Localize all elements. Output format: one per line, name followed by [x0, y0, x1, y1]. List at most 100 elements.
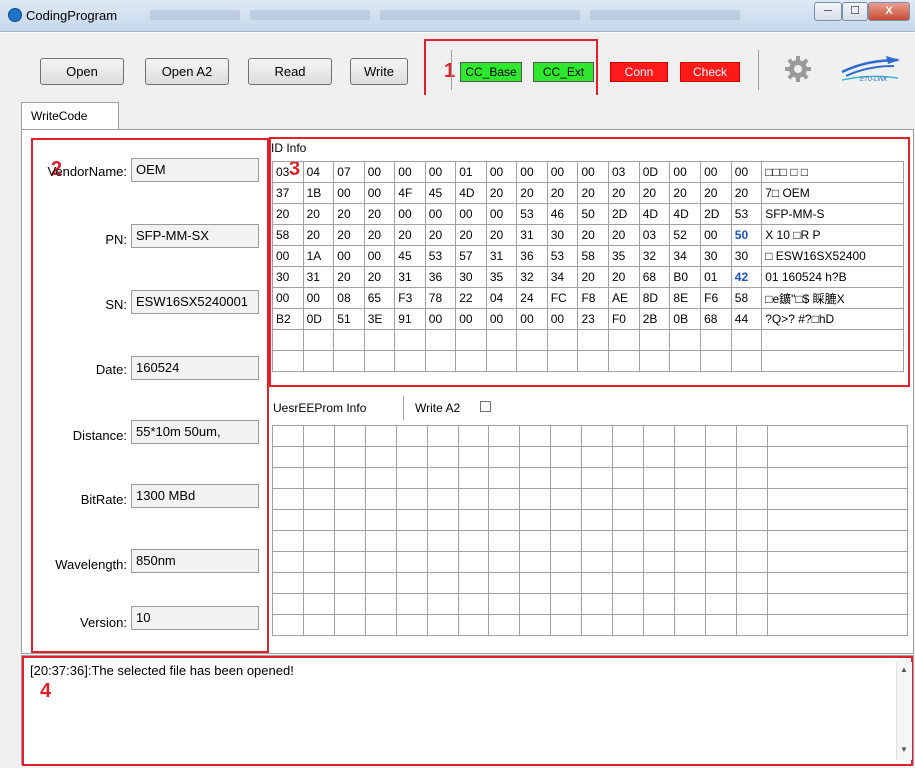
- eeprom-cell[interactable]: [364, 425, 397, 447]
- hex-cell[interactable]: 30: [730, 245, 763, 267]
- eeprom-cell[interactable]: [519, 614, 552, 636]
- hex-cell[interactable]: 57: [455, 245, 487, 267]
- eeprom-cell[interactable]: [426, 467, 459, 489]
- eeprom-cell[interactable]: [302, 488, 335, 510]
- hex-cell[interactable]: 2B: [638, 308, 671, 330]
- eeprom-cell[interactable]: [735, 614, 768, 636]
- hex-cell[interactable]: 00: [455, 308, 487, 330]
- hex-cell[interactable]: 00: [516, 161, 548, 183]
- eeprom-cell[interactable]: [550, 551, 583, 573]
- hex-cell[interactable]: B0: [669, 266, 702, 288]
- eeprom-cell[interactable]: [302, 572, 335, 594]
- hex-cell[interactable]: 00: [424, 203, 457, 225]
- hex-cell[interactable]: 20: [485, 182, 518, 204]
- wavelength-field[interactable]: 850nm: [131, 549, 259, 573]
- hex-cell[interactable]: 00: [516, 308, 548, 330]
- hex-cell[interactable]: FC: [546, 287, 579, 309]
- hex-cell[interactable]: 00: [669, 161, 702, 183]
- hex-cell[interactable]: 53: [546, 245, 579, 267]
- eeprom-cell[interactable]: [302, 593, 335, 615]
- hex-cell[interactable]: 20: [363, 203, 396, 225]
- eeprom-cell[interactable]: [395, 593, 428, 615]
- eeprom-cell[interactable]: [766, 467, 909, 489]
- eeprom-cell[interactable]: [426, 614, 459, 636]
- close-button[interactable]: X: [868, 2, 910, 21]
- hex-cell[interactable]: 0B: [669, 308, 702, 330]
- eeprom-cell[interactable]: [519, 425, 552, 447]
- eeprom-cell[interactable]: [704, 488, 737, 510]
- eeprom-cell[interactable]: [766, 488, 909, 510]
- hex-cell[interactable]: 68: [700, 308, 732, 330]
- eeprom-cell[interactable]: [581, 425, 614, 447]
- eeprom-cell[interactable]: [364, 614, 397, 636]
- hex-cell[interactable]: 30: [546, 224, 579, 246]
- eeprom-cell[interactable]: [457, 572, 490, 594]
- hex-cell[interactable]: 36: [424, 266, 457, 288]
- eeprom-cell[interactable]: [272, 614, 304, 636]
- hex-cell[interactable]: 31: [302, 266, 335, 288]
- eeprom-cell[interactable]: [612, 551, 645, 573]
- hex-cell[interactable]: 00: [546, 308, 579, 330]
- scroll-down-icon[interactable]: ▼: [900, 745, 908, 754]
- hex-cell[interactable]: 20: [577, 224, 609, 246]
- eeprom-cell[interactable]: [673, 425, 706, 447]
- eeprom-cell[interactable]: [457, 425, 490, 447]
- eeprom-cell[interactable]: [612, 509, 645, 531]
- vendor-name-field[interactable]: OEM: [131, 158, 259, 182]
- hex-cell[interactable]: 00: [363, 161, 396, 183]
- version-field[interactable]: 10: [131, 606, 259, 630]
- eeprom-cell[interactable]: [673, 467, 706, 489]
- eeprom-cell[interactable]: [519, 572, 552, 594]
- eeprom-cell[interactable]: [333, 572, 366, 594]
- eeprom-cell[interactable]: [272, 572, 304, 594]
- eeprom-cell[interactable]: [766, 551, 909, 573]
- eeprom-cell[interactable]: [302, 614, 335, 636]
- eeprom-cell[interactable]: [519, 530, 552, 552]
- hex-cell[interactable]: F8: [577, 287, 609, 309]
- eeprom-cell[interactable]: [488, 446, 521, 468]
- hex-cell[interactable]: AE: [607, 287, 640, 309]
- eeprom-cell[interactable]: [550, 467, 583, 489]
- hex-cell[interactable]: 20: [669, 182, 702, 204]
- eeprom-cell[interactable]: [457, 530, 490, 552]
- eeprom-cell[interactable]: [643, 551, 675, 573]
- hex-cell[interactable]: 51: [333, 308, 365, 330]
- eeprom-cell[interactable]: [766, 509, 909, 531]
- hex-cell[interactable]: 2D: [700, 203, 732, 225]
- eeprom-cell[interactable]: [766, 446, 909, 468]
- eeprom-cell[interactable]: [581, 530, 614, 552]
- hex-cell[interactable]: 00: [333, 182, 365, 204]
- eeprom-cell[interactable]: [612, 593, 645, 615]
- eeprom-cell[interactable]: [395, 425, 428, 447]
- hex-cell[interactable]: 00: [700, 224, 732, 246]
- hex-cell[interactable]: 04: [302, 161, 335, 183]
- eeprom-cell[interactable]: [272, 551, 304, 573]
- eeprom-cell[interactable]: [302, 551, 335, 573]
- hex-cell[interactable]: 07: [333, 161, 365, 183]
- eeprom-cell[interactable]: [457, 446, 490, 468]
- eeprom-cell[interactable]: [581, 488, 614, 510]
- eeprom-cell[interactable]: [581, 509, 614, 531]
- eeprom-cell[interactable]: [488, 572, 521, 594]
- eeprom-cell[interactable]: [364, 593, 397, 615]
- hex-cell[interactable]: 0D: [302, 308, 335, 330]
- eeprom-cell[interactable]: [488, 509, 521, 531]
- hex-cell[interactable]: 03: [638, 224, 671, 246]
- eeprom-cell[interactable]: [735, 530, 768, 552]
- hex-cell[interactable]: 04: [485, 287, 518, 309]
- hex-cell[interactable]: 52: [669, 224, 702, 246]
- hex-cell[interactable]: 24: [516, 287, 548, 309]
- hex-cell[interactable]: 00: [424, 161, 457, 183]
- eeprom-cell[interactable]: [643, 425, 675, 447]
- hex-cell[interactable]: 45: [394, 245, 426, 267]
- hex-cell[interactable]: F6: [700, 287, 732, 309]
- eeprom-cell[interactable]: [550, 488, 583, 510]
- hex-cell[interactable]: 20: [577, 182, 609, 204]
- eeprom-cell[interactable]: [457, 593, 490, 615]
- eeprom-cell[interactable]: [519, 446, 552, 468]
- hex-cell[interactable]: 00: [577, 161, 609, 183]
- eeprom-cell[interactable]: [643, 467, 675, 489]
- hex-cell[interactable]: 20: [302, 224, 335, 246]
- eeprom-cell[interactable]: [550, 572, 583, 594]
- hex-cell[interactable]: 68: [638, 266, 671, 288]
